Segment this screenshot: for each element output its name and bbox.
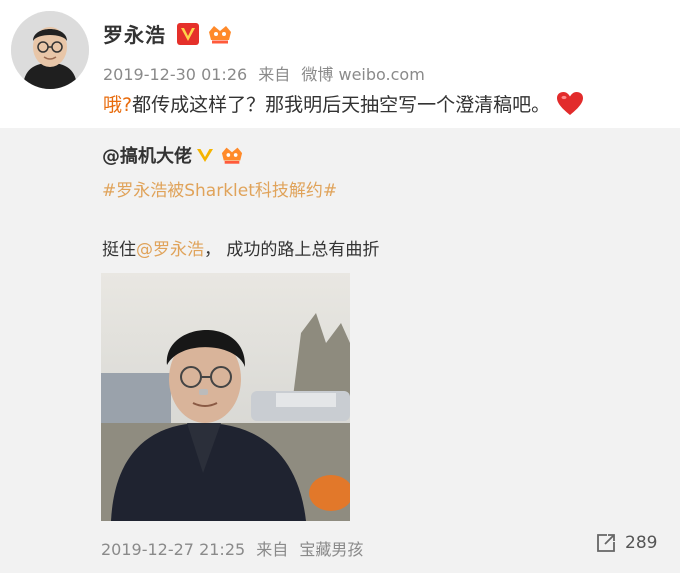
- repost-photo[interactable]: [101, 273, 350, 521]
- repost-author-row: @搞机大佬: [102, 142, 244, 168]
- repost-source-prefix: 来自: [256, 540, 289, 559]
- repost-timestamp[interactable]: 2019-12-27 21:25: [101, 540, 245, 559]
- repost-text-prefix: 挺住: [102, 240, 136, 260]
- post-text: 哦? 都传成这样了？那我明后天抽空写一个澄清稿吧。: [103, 90, 584, 117]
- original-post: 罗永浩 2019-12-30 01:26 来自 微博 weibo.com 哦? …: [0, 0, 680, 128]
- share-icon: [597, 534, 615, 552]
- verified-v-icon[interactable]: [177, 22, 199, 45]
- post-timestamp[interactable]: 2019-12-30 01:26: [103, 65, 247, 84]
- repost-text: 挺住@罗永浩， 成功的路上总有曲折: [102, 235, 379, 260]
- avatar-person-icon: [11, 11, 89, 89]
- post-source[interactable]: 微博 weibo.com: [301, 65, 424, 84]
- repost-author-name[interactable]: @搞机大佬: [102, 142, 192, 168]
- share-button[interactable]: 289: [595, 532, 657, 554]
- verified-v-icon[interactable]: [196, 146, 214, 164]
- post-source-prefix: 来自: [258, 65, 291, 84]
- author-avatar[interactable]: [11, 11, 89, 89]
- repost-meta: 2019-12-27 21:25 来自 宝藏男孩: [101, 536, 369, 560]
- mention-link[interactable]: @罗永浩: [136, 240, 204, 260]
- post-meta: 2019-12-30 01:26 来自 微博 weibo.com: [103, 61, 431, 85]
- author-name[interactable]: 罗永浩: [103, 19, 166, 48]
- post-text-body: 都传成这样了？那我明后天抽空写一个澄清稿吧。: [132, 94, 551, 116]
- repost-card[interactable]: @搞机大佬 #罗永浩被Sharklet科技解约# 挺住@罗永浩， 成功的路上总有…: [0, 128, 680, 573]
- repost-text-suffix: ， 成功的路上总有曲折: [204, 240, 380, 260]
- author-row: 罗永浩: [103, 19, 233, 48]
- heart-icon: [557, 91, 584, 115]
- share-count: 289: [625, 533, 658, 553]
- post-text-highlight: 哦?: [103, 94, 133, 116]
- member-crown-icon[interactable]: [207, 22, 233, 46]
- member-crown-icon[interactable]: [220, 144, 244, 166]
- topic-hashtag[interactable]: #罗永浩被Sharklet科技解约#: [102, 176, 337, 201]
- repost-source[interactable]: 宝藏男孩: [299, 540, 363, 559]
- photo-image: [101, 273, 350, 521]
